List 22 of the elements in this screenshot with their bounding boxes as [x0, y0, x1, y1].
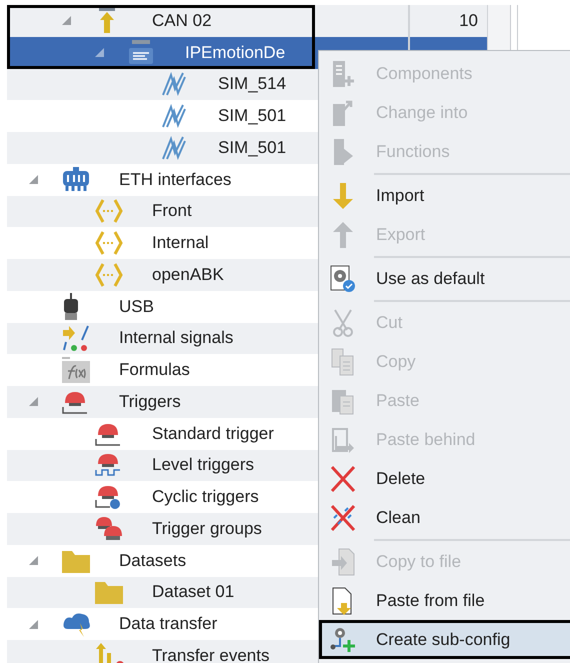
- tree-label: Formulas: [119, 360, 190, 380]
- tree-label: CAN 02: [152, 10, 212, 31]
- tree-label: ETH interfaces: [119, 170, 232, 190]
- tree-label: openABK: [152, 264, 224, 285]
- tree-label: Dataset 01: [152, 582, 234, 602]
- tree-label: Internal signals: [119, 328, 234, 348]
- tree-label: Transfer events: [152, 646, 270, 663]
- tree-label: Trigger groups: [152, 518, 262, 539]
- value-cell: 10: [459, 10, 478, 31]
- tree-label: SIM_514: [218, 74, 286, 94]
- tree-label: IPEmotionDe: [185, 42, 286, 63]
- tree-label: Internal: [152, 233, 209, 254]
- tree-label: Standard trigger: [152, 424, 274, 444]
- tree-label: Front: [152, 201, 192, 222]
- tree-label: SIM_501: [218, 138, 286, 158]
- tree-label: Datasets: [119, 550, 186, 571]
- tree-label: SIM_501: [218, 106, 286, 126]
- tree-label: USB: [119, 296, 154, 317]
- tree-label: Cyclic triggers: [152, 487, 259, 508]
- tree-label: Triggers: [119, 392, 181, 412]
- tree-label: Level triggers: [152, 455, 254, 476]
- tree-label: Data transfer: [119, 614, 218, 634]
